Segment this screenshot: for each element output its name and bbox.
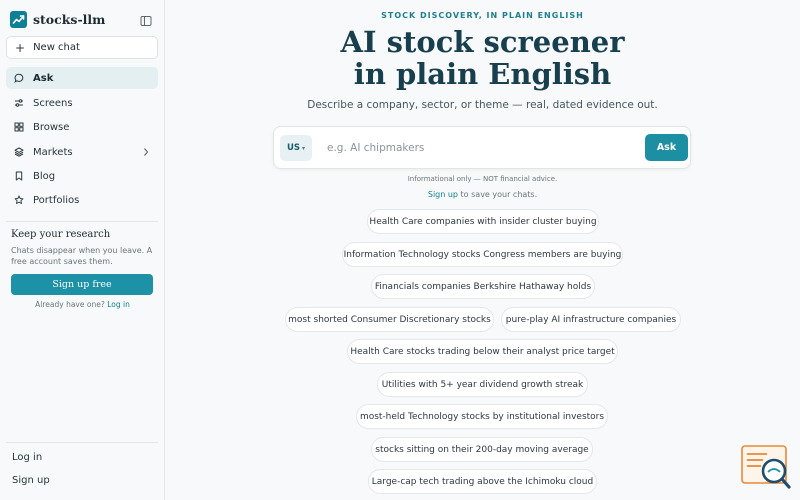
suggestion-chip[interactable]: stocks sitting on their 200-day moving a… [371, 437, 593, 462]
sidebar-item-browse[interactable]: Browse [6, 116, 158, 138]
suggestion-chip[interactable]: most shorted Consumer Discretionary stoc… [285, 307, 494, 332]
sidebar: stocks-llm + New chat Ask Screens Browse… [0, 0, 165, 500]
sign-up-link[interactable]: Sign up [12, 475, 50, 486]
sidebar-item-label: Ask [33, 72, 54, 84]
suggestion-chip[interactable]: Utilities with 5+ year dividend growth s… [377, 372, 588, 397]
divider [6, 442, 158, 443]
signup-prompt: Sign up to save your chats. [165, 190, 800, 199]
market-value: US [286, 143, 300, 153]
brand-name: stocks-llm [33, 11, 106, 27]
market-select[interactable]: US ▾ [280, 135, 312, 161]
caret-down-icon: ▾ [302, 144, 306, 152]
sidebar-item-label: Portfolios [33, 194, 80, 206]
sliders-icon [14, 98, 24, 108]
signup-prompt-rest: to save your chats. [458, 190, 538, 199]
signup-prompt-link[interactable]: Sign up [428, 190, 458, 199]
suggestion-chip[interactable]: pure-play AI infrastructure companies [501, 307, 681, 332]
log-in-link[interactable]: Log in [12, 452, 42, 463]
main-content: STOCK DISCOVERY, IN PLAIN ENGLISH AI sto… [165, 0, 800, 500]
suggestion-chip[interactable]: Health Care companies with insider clust… [367, 209, 599, 234]
suggestion-chip[interactable]: Financials companies Berkshire Hathaway … [371, 274, 595, 299]
suggestion-chip[interactable]: Large-cap tech trading above the Ichimok… [368, 469, 597, 494]
disclaimer-text: Informational only — NOT financial advic… [407, 175, 558, 183]
grid-icon [14, 122, 24, 132]
new-chat-label: New chat [33, 42, 80, 53]
sidebar-item-markets[interactable]: Markets [6, 141, 158, 163]
already-label: Already have one? [35, 300, 105, 309]
login-link[interactable]: Log in [107, 300, 130, 309]
sidebar-item-label: Browse [33, 121, 70, 133]
sidebar-item-label: Blog [33, 170, 56, 182]
plus-icon: + [15, 40, 26, 55]
query-input[interactable] [318, 137, 638, 159]
already-account-text: Already have one? Log in [0, 300, 165, 309]
ask-button[interactable]: Ask [645, 134, 688, 161]
eyebrow-label: STOCK DISCOVERY, IN PLAIN ENGLISH [381, 11, 584, 20]
layers-icon [14, 147, 24, 157]
sign-up-free-button[interactable]: Sign up free [11, 274, 153, 295]
sidebar-item-label: Markets [33, 146, 73, 158]
brand[interactable]: stocks-llm [10, 9, 105, 29]
sidebar-item-portfolios[interactable]: Portfolios [6, 189, 158, 211]
chevron-right-icon [142, 147, 150, 157]
keep-research-desc: Chats disappear when you leave. A free a… [11, 246, 153, 266]
page-title-line2: in plain English [353, 57, 612, 91]
keep-research-title: Keep your research [11, 229, 111, 240]
page-title: AI stock screener in plain English [165, 26, 800, 90]
trend-logo-icon [10, 10, 27, 28]
star-icon [14, 195, 24, 205]
chat-bubble-icon [14, 73, 24, 83]
sidebar-item-screens[interactable]: Screens [6, 92, 158, 114]
document-search-icon[interactable] [741, 445, 791, 489]
page-subtitle: Describe a company, sector, or theme — r… [307, 99, 658, 111]
divider [6, 221, 158, 222]
suggestion-chip[interactable]: most-held Technology stocks by instituti… [356, 404, 608, 429]
sidebar-toggle-icon[interactable] [140, 12, 152, 26]
suggestion-chip[interactable]: Health Care stocks trading below their a… [347, 339, 618, 364]
sidebar-item-blog[interactable]: Blog [6, 165, 158, 187]
sidebar-item-label: Screens [33, 97, 73, 109]
new-chat-button[interactable]: + New chat [6, 36, 158, 59]
bookmark-icon [14, 171, 24, 181]
sidebar-item-ask[interactable]: Ask [6, 67, 158, 89]
suggestion-chip[interactable]: Information Technology stocks Congress m… [342, 242, 623, 267]
page-title-line1: AI stock screener [340, 25, 625, 59]
search-box: US ▾ Ask [273, 126, 691, 169]
